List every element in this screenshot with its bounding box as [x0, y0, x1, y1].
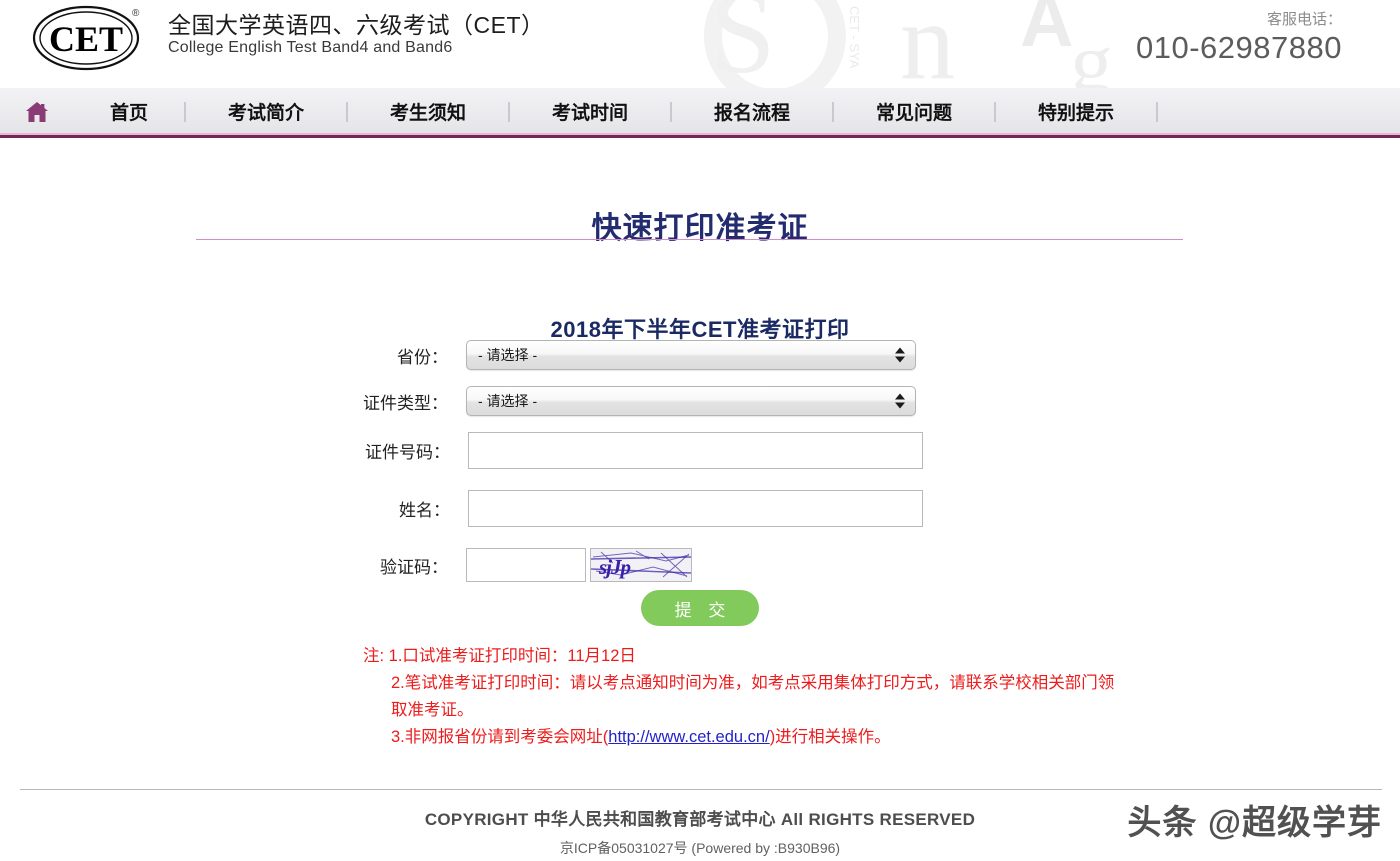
captcha-text: sjJp: [599, 555, 631, 579]
page-root: S n A g CET - SYA CET ® 全国大学英语四、六级考试（CET…: [0, 0, 1400, 861]
form-row-id-number: 证件号码：: [0, 432, 1400, 469]
cet-logo: CET ®: [28, 2, 148, 78]
image-watermark: 头条 @超级学芽: [1127, 804, 1382, 842]
note-line-3-prefix: 3.非网报省份请到考委会网址(: [391, 728, 609, 746]
captcha-input[interactable]: [466, 548, 586, 582]
province-select[interactable]: - 请选择 -: [466, 340, 916, 370]
note-line-2: 2.笔试准考证打印时间：请以考点通知时间为准，如考点采用集体打印方式，请联系学校…: [391, 674, 1115, 719]
site-header: S n A g CET - SYA CET ® 全国大学英语四、六级考试（CET…: [0, 0, 1400, 88]
nav-item-candidate-notice[interactable]: 考生须知: [348, 88, 508, 135]
form-row-captcha: 验证码： sjJp: [0, 548, 1400, 582]
nav-item-home[interactable]: 首页: [74, 88, 184, 135]
nav-home-icon-button[interactable]: [0, 100, 74, 124]
id-number-input[interactable]: [468, 432, 923, 469]
title-divider: [196, 239, 1183, 240]
nav-item-label: 考试时间: [551, 103, 628, 124]
id-type-select-value: - 请选择 -: [478, 393, 538, 409]
chevron-down-icon: [895, 402, 905, 409]
captcha-image[interactable]: sjJp: [590, 548, 692, 582]
home-icon: [26, 101, 48, 122]
nav-item-label: 常见问题: [875, 103, 952, 124]
chevron-down-icon: [895, 356, 905, 363]
admission-ticket-form: 省份： - 请选择 - 证件类型： - 请选择 - 证件号码： 姓名： 验证码：…: [0, 340, 1400, 582]
captcha-label: 验证码：: [380, 557, 448, 577]
nav-divider: [1156, 101, 1158, 122]
nav-item-exam-intro[interactable]: 考试简介: [186, 88, 346, 135]
svg-text:S: S: [710, 0, 776, 88]
nav-item-special-notice[interactable]: 特别提示: [996, 88, 1156, 135]
brand-title-en: College English Test Band4 and Band6: [168, 39, 453, 56]
stepper-arrows-icon: [895, 393, 905, 409]
note-line-3-suffix: )进行相关操作。: [769, 728, 891, 746]
name-label: 姓名：: [399, 501, 450, 520]
province-select-value: - 请选择 -: [478, 347, 538, 363]
stepper-arrows-icon: [895, 347, 905, 363]
nav-item-exam-time[interactable]: 考试时间: [510, 88, 670, 135]
svg-text:g: g: [1070, 14, 1113, 88]
note-line-1: 注: 1.口试准考证打印时间：11月12日: [363, 647, 636, 665]
nav-item-faq[interactable]: 常见问题: [834, 88, 994, 135]
nav-item-registration-process[interactable]: 报名流程: [672, 88, 832, 135]
service-phone-number: 010-62987880: [1136, 30, 1342, 65]
svg-text:CET - SYA: CET - SYA: [847, 6, 862, 69]
province-label: 省份：: [397, 347, 448, 367]
svg-text:n: n: [900, 0, 955, 88]
main-navigation: 首页 考试简介 考生须知 考试时间 报名流程 常见问题 特别提示: [0, 88, 1400, 138]
header-watermark-graphic: S n A g CET - SYA: [704, 0, 1113, 88]
id-type-select[interactable]: - 请选择 -: [466, 386, 916, 416]
nav-item-label: 报名流程: [713, 103, 790, 124]
nav-item-label: 考试简介: [227, 103, 304, 124]
svg-text:CET: CET: [49, 19, 123, 59]
form-row-id-type: 证件类型： - 请选择 -: [0, 386, 1400, 416]
form-row-province: 省份： - 请选择 -: [0, 340, 1400, 370]
brand-title-cn: 全国大学英语四、六级考试（CET）: [168, 12, 545, 38]
form-row-name: 姓名：: [0, 490, 1400, 527]
name-input[interactable]: [468, 490, 923, 527]
footer-divider: [20, 789, 1382, 790]
registered-mark-icon: ®: [132, 8, 140, 19]
chevron-up-icon: [895, 347, 905, 354]
note-line-3: 3.非网报省份请到考委会网址(http://www.cet.edu.cn/)进行…: [363, 724, 1123, 751]
cet-website-link[interactable]: http://www.cet.edu.cn/: [608, 728, 769, 746]
page-title: 快速打印准考证: [591, 212, 809, 246]
chevron-up-icon: [895, 393, 905, 400]
submit-button[interactable]: 提 交: [641, 590, 759, 626]
id-number-label: 证件号码：: [365, 443, 450, 462]
svg-text:A: A: [1020, 0, 1073, 62]
submit-row: 提 交: [0, 590, 1400, 626]
notes-block: 注: 1.口试准考证打印时间：11月12日 2.笔试准考证打印时间：请以考点通知…: [363, 643, 1123, 751]
nav-item-label: 首页: [109, 103, 148, 124]
nav-item-label: 特别提示: [1037, 103, 1114, 124]
service-phone-label: 客服电话：: [1266, 11, 1342, 28]
nav-item-label: 考生须知: [389, 103, 466, 124]
id-type-label: 证件类型：: [363, 393, 448, 413]
